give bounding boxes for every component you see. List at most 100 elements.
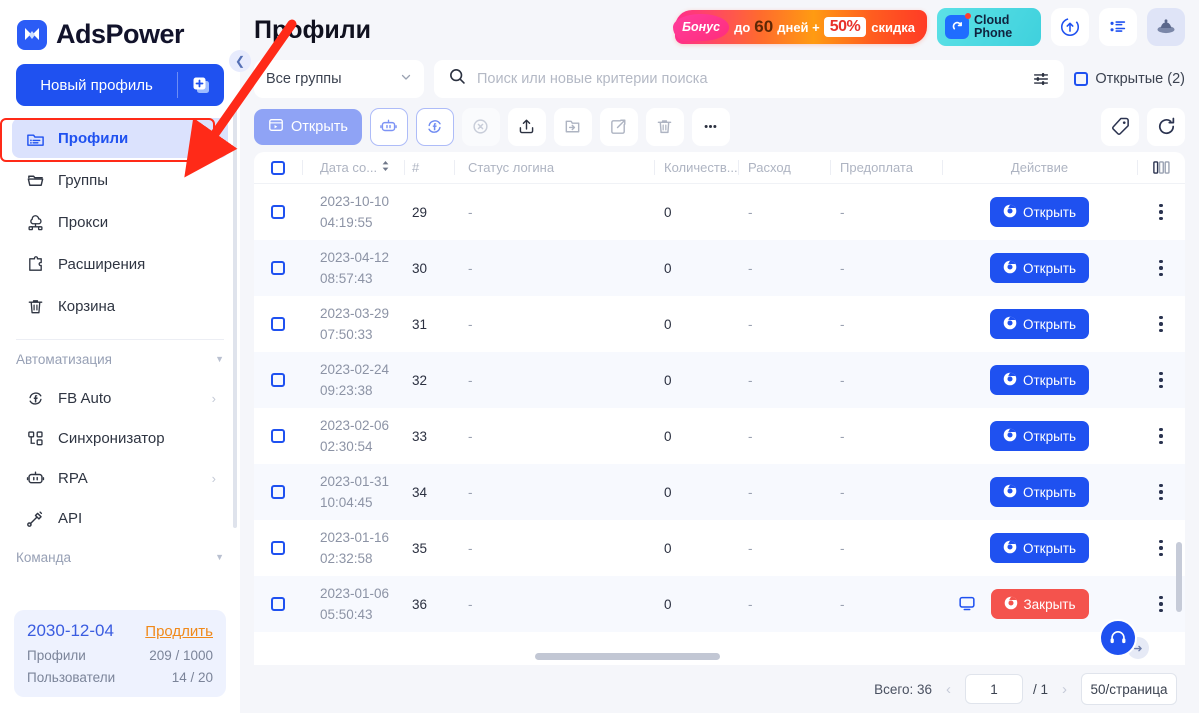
row-menu-button[interactable] (1137, 296, 1185, 352)
kebab-menu-icon[interactable] (1159, 427, 1163, 445)
sidebar-group-automation[interactable]: Автоматизация ▼ (0, 340, 240, 378)
search-box[interactable] (434, 60, 1065, 98)
checkbox-icon[interactable] (1074, 72, 1089, 86)
table-row[interactable]: 2023-02-06 02:30:54 33 - 0 - - Открыть (254, 408, 1185, 464)
sidebar-item-proxy[interactable]: Прокси (12, 202, 228, 242)
kebab-menu-icon[interactable] (1159, 371, 1163, 389)
page-size-select[interactable]: 50/страница (1081, 673, 1177, 705)
table-row[interactable]: 2023-01-31 10:04:45 34 - 0 - - Открыть (254, 464, 1185, 520)
sidebar-item-profiles[interactable]: Профили (12, 118, 228, 158)
table-vertical-scrollbar[interactable] (1176, 542, 1182, 612)
row-open-button[interactable]: Открыть (989, 477, 1090, 507)
row-open-button[interactable]: Открыть (989, 365, 1090, 395)
column-header-date[interactable]: Дата со... (302, 152, 404, 183)
row-checkbox-cell[interactable] (254, 296, 302, 352)
row-checkbox-cell[interactable] (254, 576, 302, 632)
cloud-phone-button[interactable]: Cloud Phone (937, 8, 1041, 46)
new-profile-batch-icon[interactable] (178, 64, 224, 106)
row-checkbox[interactable] (271, 597, 285, 611)
row-checkbox-cell[interactable] (254, 520, 302, 576)
row-checkbox-cell[interactable] (254, 464, 302, 520)
delete-button[interactable] (645, 107, 684, 146)
sidebar-scrollbar[interactable] (233, 108, 237, 528)
row-checkbox[interactable] (271, 373, 285, 387)
row-menu-button[interactable] (1137, 240, 1185, 296)
group-filter-select[interactable]: Все группы (254, 60, 424, 98)
export-share-button[interactable] (599, 107, 638, 146)
column-settings-button[interactable] (1137, 152, 1185, 183)
new-profile-button[interactable]: Новый профиль (16, 64, 224, 106)
search-input[interactable] (477, 71, 1019, 87)
row-checkbox-cell[interactable] (254, 184, 302, 240)
filter-sliders-icon[interactable] (1028, 70, 1054, 88)
row-checkbox[interactable] (271, 485, 285, 499)
more-button[interactable] (691, 107, 730, 146)
row-checkbox-cell[interactable] (254, 240, 302, 296)
sidebar-item-extensions[interactable]: Расширения (12, 244, 228, 284)
avatar-icon[interactable] (1147, 8, 1185, 46)
row-checkbox[interactable] (271, 261, 285, 275)
row-close-button[interactable]: Закрыть (990, 589, 1089, 619)
select-all-checkbox[interactable] (271, 160, 285, 175)
table-row[interactable]: 2023-04-12 08:57:43 30 - 0 - - Открыть (254, 240, 1185, 296)
column-header-spend[interactable]: Расход (738, 152, 830, 183)
sidebar-item-trash[interactable]: Корзина (12, 286, 228, 326)
opened-filter-checkbox[interactable]: Открытые (2) (1074, 71, 1185, 87)
sort-arrows-icon[interactable] (381, 160, 390, 175)
sidebar-item-api[interactable]: API (12, 498, 228, 538)
row-menu-button[interactable] (1137, 184, 1185, 240)
rpa-robot-button[interactable] (369, 107, 408, 146)
row-checkbox[interactable] (271, 429, 285, 443)
kebab-menu-icon[interactable] (1159, 483, 1163, 501)
renew-link[interactable]: Продлить (145, 623, 213, 640)
row-open-button[interactable]: Открыть (989, 253, 1090, 283)
sidebar-item-synchronizer[interactable]: Синхронизатор (12, 418, 228, 458)
row-open-button[interactable]: Открыть (989, 309, 1090, 339)
open-button[interactable]: Открыть (254, 108, 362, 145)
next-page-button[interactable]: › (1058, 681, 1071, 698)
sidebar-item-fb-auto[interactable]: FB Auto › (12, 378, 228, 418)
upload-button[interactable] (507, 107, 546, 146)
page-number-input[interactable]: 1 (964, 674, 1023, 704)
row-menu-button[interactable] (1137, 408, 1185, 464)
close-all-button[interactable] (461, 107, 500, 146)
table-horizontal-scrollbar[interactable] (535, 653, 720, 660)
kebab-menu-icon[interactable] (1159, 203, 1163, 221)
kebab-menu-icon[interactable] (1159, 315, 1163, 333)
facebook-sync-button[interactable] (415, 107, 454, 146)
sidebar-group-team[interactable]: Команда ▼ (0, 538, 240, 576)
table-row[interactable]: 2023-01-06 05:50:43 36 - 0 - - Закрыть (254, 576, 1185, 632)
row-checkbox-cell[interactable] (254, 408, 302, 464)
prev-page-button[interactable]: ‹ (942, 681, 955, 698)
kebab-menu-icon[interactable] (1159, 259, 1163, 277)
sync-update-icon[interactable] (1051, 8, 1089, 46)
table-row[interactable]: 2023-02-24 09:23:38 32 - 0 - - Открыть (254, 352, 1185, 408)
row-checkbox[interactable] (271, 541, 285, 555)
kebab-menu-icon[interactable] (1159, 539, 1163, 557)
row-menu-button[interactable] (1137, 464, 1185, 520)
task-list-icon[interactable] (1099, 8, 1137, 46)
row-open-button[interactable]: Открыть (989, 421, 1090, 451)
table-row[interactable]: 2023-10-10 04:19:55 29 - 0 - - Открыть (254, 184, 1185, 240)
table-row[interactable]: 2023-03-29 07:50:33 31 - 0 - - Открыть (254, 296, 1185, 352)
tag-button[interactable] (1101, 107, 1139, 146)
refresh-button[interactable] (1147, 107, 1185, 146)
row-open-button[interactable]: Открыть (989, 533, 1090, 563)
kebab-menu-icon[interactable] (1159, 595, 1163, 613)
row-checkbox-cell[interactable] (254, 352, 302, 408)
row-menu-button[interactable] (1137, 352, 1185, 408)
row-checkbox[interactable] (271, 205, 285, 219)
column-header-prepay[interactable]: Предоплата (830, 152, 942, 183)
table-row[interactable]: 2023-01-16 02:32:58 35 - 0 - - Открыть (254, 520, 1185, 576)
column-header-status[interactable]: Статус логина (454, 152, 654, 183)
row-checkbox[interactable] (271, 317, 285, 331)
sidebar-collapse-button[interactable]: ❮ (229, 50, 251, 72)
column-header-qty[interactable]: Количеств... (654, 152, 738, 183)
row-open-button[interactable]: Открыть (989, 197, 1090, 227)
sidebar-item-rpa[interactable]: RPA › (12, 458, 228, 498)
promo-banner[interactable]: Бонус до 60 дней + 50% скидка (673, 10, 927, 44)
support-button[interactable] (1099, 619, 1137, 657)
import-button[interactable] (553, 107, 592, 146)
column-header-num[interactable]: # (404, 152, 454, 183)
sidebar-item-groups[interactable]: Группы (12, 160, 228, 200)
